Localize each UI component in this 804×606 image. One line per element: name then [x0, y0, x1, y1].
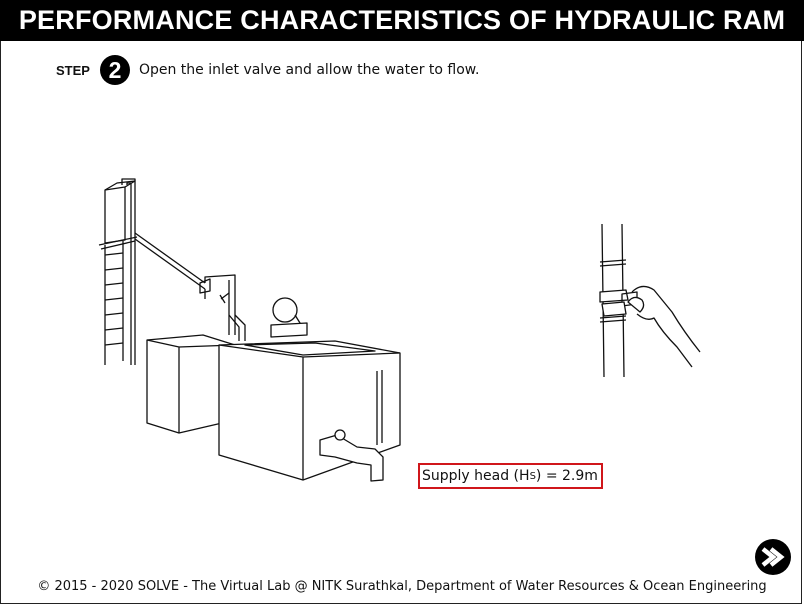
supply-head-value: ) = 2.9m [535, 468, 598, 484]
air-vessel [272, 297, 298, 323]
ladder [104, 241, 124, 365]
supply-head-readout: Supply head (H S) = 2.9m [418, 463, 603, 489]
step-label: STEP [56, 62, 90, 78]
step-number-badge: 2 [99, 55, 130, 85]
supply-head-prefix: Supply head (H [422, 468, 530, 484]
hand-icon [631, 285, 701, 368]
next-arrow-icon [761, 547, 785, 567]
step-instruction: STEP 2 Open the inlet valve and allow th… [56, 54, 479, 86]
hydraulic-ram-apparatus [98, 178, 401, 482]
page-title: PERFORMANCE CHARACTERISTICS OF HYDRAULIC… [0, 0, 804, 41]
next-button[interactable] [755, 539, 791, 575]
step-text: Open the inlet valve and allow the water… [138, 62, 480, 78]
supply-tank [104, 186, 126, 244]
hand-opening-valve [599, 223, 701, 378]
copyright-footer: © 2015 - 2020 SOLVE - The Virtual Lab @ … [37, 579, 767, 594]
delivery-pipe [134, 232, 206, 290]
